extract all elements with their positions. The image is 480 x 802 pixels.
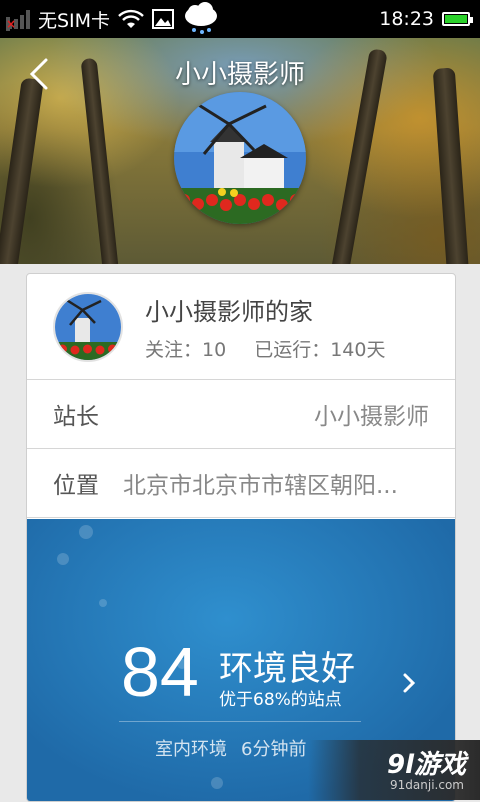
windmill-photo [174,92,306,224]
clock: 18:23 [379,8,434,30]
wifi-icon [118,9,144,28]
owner-value: 小小摄影师 [314,404,429,430]
signal-icon: × [6,9,30,31]
watermark-url: 91danji.com [390,778,464,792]
location-row[interactable]: 位置 北京市北京市市辖区朝阳... [27,449,455,518]
profile-row[interactable]: 小小摄影师的家 关注：10 已运行：140天 [27,274,455,380]
station-name: 小小摄影师的家 [145,297,313,326]
owner-row[interactable]: 站长 小小摄影师 [27,380,455,449]
station-card: 小小摄影师的家 关注：10 已运行：140天 站长 小小摄影师 位置 北京市北京… [26,273,456,802]
status-bar: × 无SIM卡 18:23 [0,0,480,38]
avatar[interactable] [174,92,306,224]
comparison-text: 优于68%的站点 [219,690,342,710]
follow-count: 关注：10 [145,338,227,361]
env-footer-time: 6分钟前 [241,739,307,760]
location-label: 位置 [53,473,99,499]
header-banner: 小小摄影师 [0,38,480,264]
battery-icon [442,12,473,26]
air-score: 84 [121,633,199,711]
chevron-right-icon [403,673,416,693]
carrier-label: 无SIM卡 [38,9,111,32]
divider [119,721,361,722]
owner-label: 站长 [53,404,99,430]
site-watermark: 9l游戏 91danji.com [308,740,480,800]
page-title: 小小摄影师 [174,60,305,90]
env-footer-label: 室内环境 [155,739,227,760]
air-status: 环境良好 [219,649,355,689]
watermark-logo: 9l游戏 [386,750,466,780]
windmill-thumbnail [55,293,121,360]
location-value: 北京市北京市市辖区朝阳... [123,473,398,499]
image-notification-icon [152,9,175,29]
running-days: 已运行：140天 [254,338,386,361]
weather-icon [185,2,218,34]
station-avatar [53,291,123,362]
